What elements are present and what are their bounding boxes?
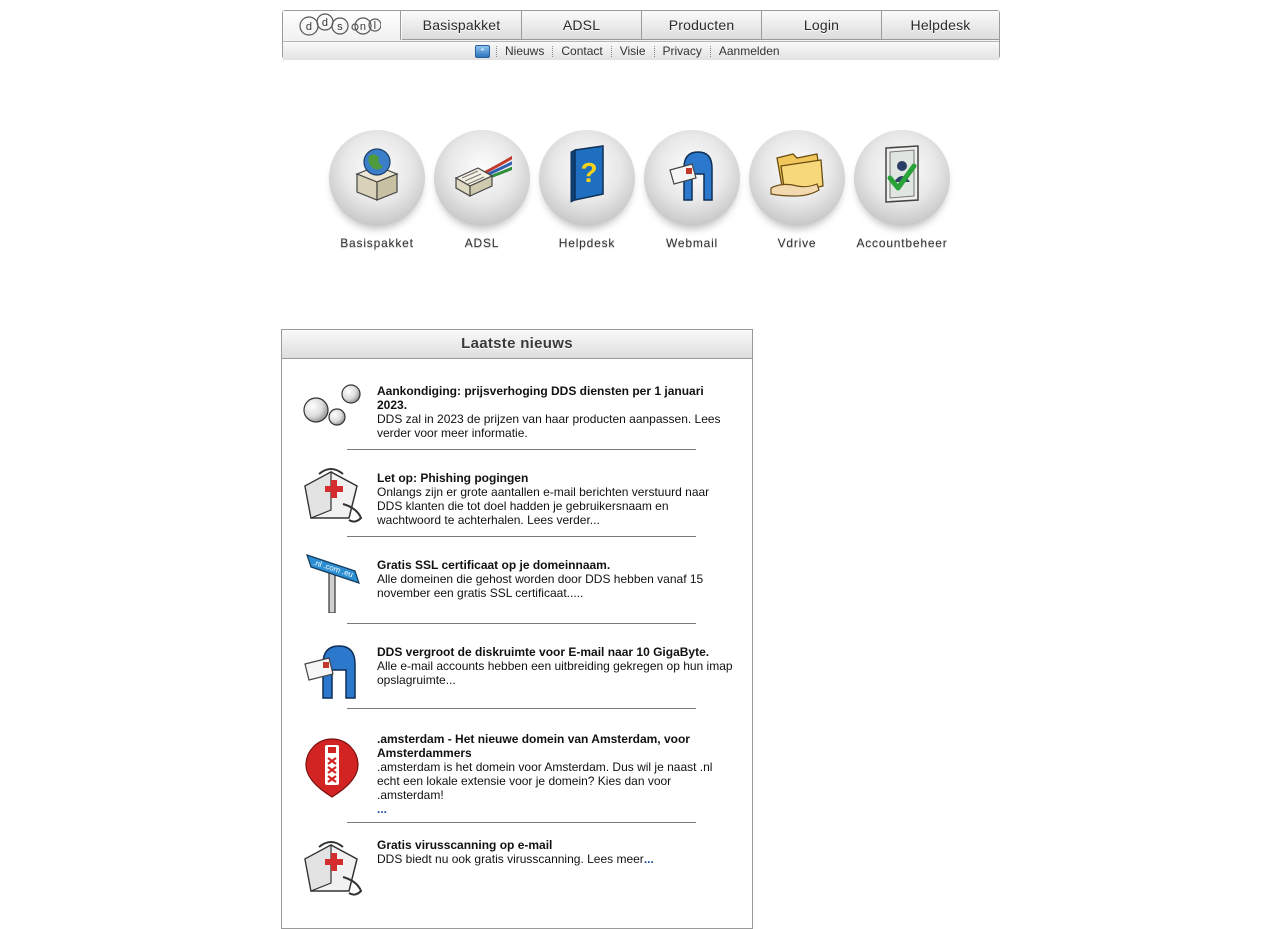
svg-text:d: d	[322, 17, 328, 29]
sub-link-visie[interactable]: Visie	[620, 44, 646, 58]
news-title[interactable]: DDS vergroot de diskruimte voor E-mail n…	[377, 645, 735, 659]
mailbox-icon	[669, 151, 713, 201]
divider	[347, 536, 696, 537]
news-title[interactable]: .amsterdam - Het nieuwe domein van Amste…	[377, 732, 735, 760]
news-title[interactable]: Aankondiging: prijsverhoging DDS dienste…	[377, 384, 735, 412]
amsterdam-pin-icon	[305, 738, 359, 798]
home-up-icon[interactable]: ⌃	[475, 44, 490, 58]
service-label: Accountbeheer	[856, 236, 948, 250]
globe-box-icon	[355, 148, 399, 201]
news-body: Alle e-mail accounts hebben een uitbreid…	[377, 659, 733, 687]
separator	[709, 45, 711, 57]
divider	[347, 822, 696, 823]
service-bubble	[749, 130, 845, 226]
service-bubble	[854, 130, 950, 226]
divider	[347, 623, 696, 624]
news-heading: Laatste nieuws	[282, 330, 752, 359]
mailbox-icon	[304, 645, 356, 699]
account-check-icon	[885, 145, 919, 203]
bubbles-icon	[303, 384, 361, 426]
svg-text:?: ?	[580, 157, 597, 188]
news-panel: Laatste nieuws Aankondiging: prijsverhog…	[281, 329, 753, 929]
tab-producten[interactable]: Producten	[642, 11, 762, 40]
separator	[496, 45, 497, 57]
sub-link-privacy[interactable]: Privacy	[663, 44, 702, 58]
service-bubble	[434, 130, 530, 226]
service-bubble	[329, 130, 425, 226]
news-body: Onlangs zijn er grote aantallen e-mail b…	[377, 485, 710, 527]
tab-basispakket[interactable]: Basispakket	[402, 11, 522, 40]
help-book-icon: ?	[570, 145, 604, 203]
read-more-link[interactable]: ...	[644, 852, 654, 866]
read-more-link[interactable]: ...	[377, 802, 387, 816]
news-body: DDS biedt nu ook gratis virusscanning. L…	[377, 852, 644, 866]
news-title[interactable]: Let op: Phishing pogingen	[377, 471, 735, 485]
news-title[interactable]: Gratis virusscanning op e-mail	[377, 838, 735, 852]
svg-text:d: d	[306, 21, 312, 33]
separator	[653, 45, 655, 57]
tab-login[interactable]: Login	[762, 11, 882, 40]
sub-navigation: ⌃ Nieuws Contact Visie Privacy Aanmelden	[283, 41, 999, 60]
signpost-icon: .nl .com .eu	[306, 554, 360, 613]
svg-text:n: n	[360, 21, 366, 33]
dds-logo: d d s n l	[299, 13, 381, 36]
news-body: .amsterdam is het domein voor Amsterdam.…	[377, 760, 713, 802]
first-aid-bag-icon	[304, 841, 363, 896]
top-navigation: d d s n l Basispakket ADSL Producten Log…	[282, 10, 1000, 60]
tab-helpdesk[interactable]: Helpdesk	[882, 11, 999, 40]
first-aid-bag-icon	[304, 468, 363, 523]
svg-text:s: s	[337, 21, 343, 33]
folder-hand-icon	[770, 153, 824, 197]
sub-link-nieuws[interactable]: Nieuws	[505, 44, 544, 58]
service-icon-row: Basispakket ADSL ? Helpdesk Webmail Vdri…	[326, 128, 966, 258]
separator	[552, 45, 554, 57]
sub-link-aanmelden[interactable]: Aanmelden	[719, 44, 780, 58]
divider	[347, 449, 696, 450]
news-body-line: DDS biedt nu ook gratis virusscanning. L…	[377, 852, 735, 866]
separator	[610, 45, 612, 57]
service-accountbeheer[interactable]: Accountbeheer	[851, 128, 953, 258]
news-title[interactable]: Gratis SSL certificaat op je domeinnaam.	[377, 558, 735, 572]
sub-link-contact[interactable]: Contact	[561, 44, 602, 58]
svg-text:l: l	[374, 20, 377, 32]
logo-tab[interactable]: d d s n l	[283, 11, 401, 40]
tab-adsl[interactable]: ADSL	[522, 11, 642, 40]
service-bubble: ?	[539, 130, 635, 226]
network-cable-icon	[454, 155, 512, 198]
news-body: DDS zal in 2023 de prijzen van haar prod…	[377, 412, 721, 440]
divider	[347, 708, 696, 709]
service-bubble	[644, 130, 740, 226]
news-body: Alle domeinen die gehost worden door DDS…	[377, 572, 704, 600]
